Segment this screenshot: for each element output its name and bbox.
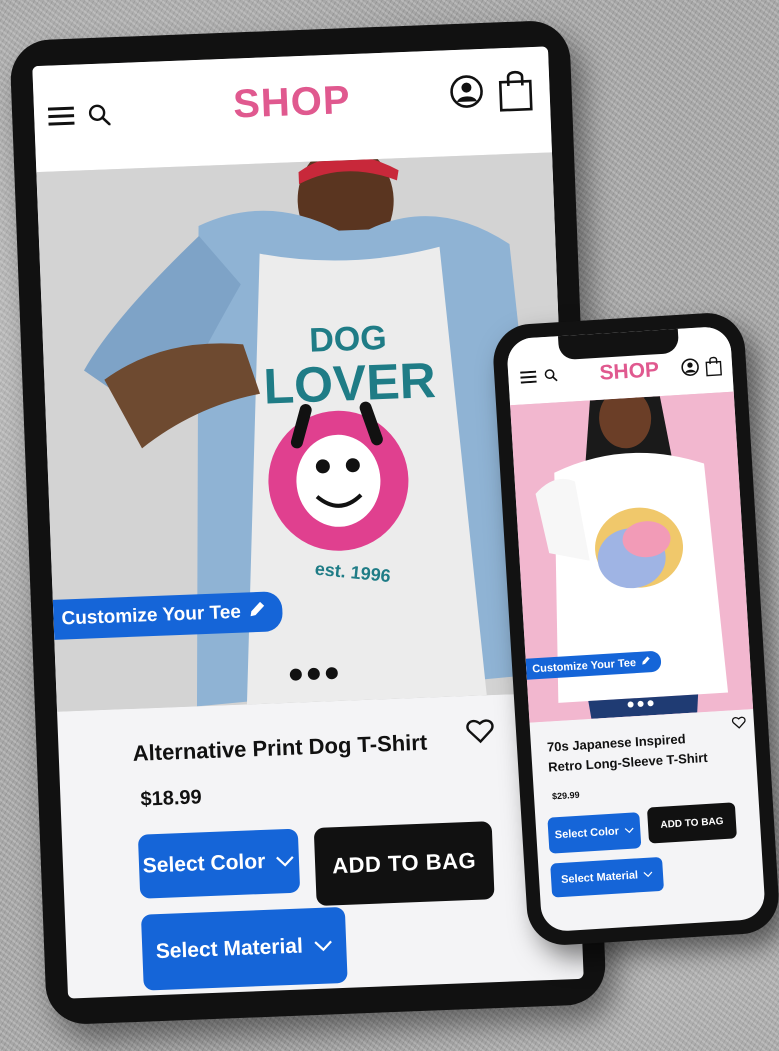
- chevron-down-icon: [312, 933, 333, 958]
- product-title: 70s Japanese Inspired Retro Long-Sleeve …: [546, 728, 708, 778]
- shopping-bag-icon[interactable]: [704, 354, 723, 382]
- chevron-down-icon: [643, 868, 654, 881]
- user-account-icon[interactable]: [681, 358, 700, 382]
- phone-screen: SHOP Customize Your Tee 70s Japanese Ins…: [506, 325, 766, 933]
- add-to-bag-button[interactable]: ADD TO BAG: [646, 802, 737, 844]
- phone-device: SHOP Customize Your Tee 70s Japanese Ins…: [491, 310, 779, 948]
- product-price: $18.99: [140, 786, 203, 811]
- heart-icon[interactable]: [731, 715, 747, 734]
- carousel-dot[interactable]: [325, 666, 339, 680]
- carousel-dot[interactable]: [627, 701, 634, 708]
- select-material-label: Select Material: [155, 934, 304, 964]
- select-material-dropdown[interactable]: Select Material: [140, 906, 348, 991]
- select-color-dropdown[interactable]: Select Color: [547, 812, 642, 854]
- chevron-down-icon: [624, 825, 635, 838]
- user-account-icon[interactable]: [449, 74, 484, 114]
- carousel-dot[interactable]: [637, 700, 644, 708]
- pencil-icon: [641, 655, 652, 669]
- pencil-icon: [248, 600, 267, 625]
- select-material-label: Select Material: [560, 869, 639, 887]
- carousel-dot[interactable]: [289, 668, 303, 681]
- chevron-down-icon: [275, 849, 296, 874]
- customize-tee-label: Customize Your Tee: [531, 656, 637, 675]
- heart-icon[interactable]: [466, 717, 495, 749]
- tablet-screen: SHOP DOG LOVER est. 1996 Customize Your …: [32, 46, 584, 999]
- product-title: Alternative Print Dog T-Shirt: [132, 729, 428, 766]
- carousel-dot[interactable]: [307, 667, 321, 681]
- select-color-dropdown[interactable]: Select Color: [137, 828, 301, 899]
- select-color-label: Select Color: [554, 825, 620, 842]
- add-to-bag-button[interactable]: ADD TO BAG: [313, 821, 495, 906]
- product-hero-image[interactable]: DOG LOVER est. 1996 Customize Your Tee: [36, 152, 573, 712]
- customize-tee-label: Customize Your Tee: [61, 601, 242, 630]
- select-color-label: Select Color: [142, 849, 266, 878]
- select-material-dropdown[interactable]: Select Material: [550, 856, 665, 898]
- shopping-bag-icon[interactable]: [497, 67, 535, 117]
- carousel-dot[interactable]: [647, 700, 654, 707]
- shirt-print-lover: LOVER: [263, 352, 437, 415]
- product-hero-image[interactable]: Customize Your Tee: [510, 391, 754, 723]
- product-price: $29.99: [551, 789, 580, 802]
- tablet-header: SHOP: [32, 46, 553, 174]
